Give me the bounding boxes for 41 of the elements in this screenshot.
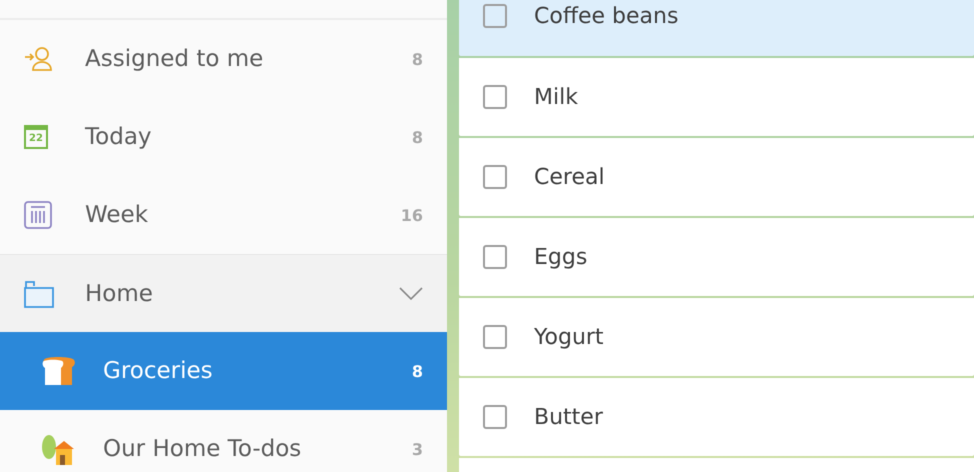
person-arrow-icon (24, 46, 54, 72)
bread-icon (40, 354, 76, 388)
checkbox[interactable] (483, 165, 507, 189)
item-count: 3 (412, 440, 423, 458)
task-title: Butter (534, 404, 603, 430)
checkbox[interactable] (483, 405, 507, 429)
item-label: Today (85, 124, 153, 150)
item-count: 8 (412, 128, 423, 146)
task-title: Eggs (534, 244, 588, 270)
sidebar-item[interactable]: Our Home To-dos 3 (0, 410, 447, 472)
sidebar-item[interactable]: 22 Today 8 (0, 98, 447, 176)
task-row[interactable]: Yogurt (459, 298, 974, 376)
folder-item[interactable]: Home (0, 254, 447, 332)
item-count: 8 (412, 50, 423, 68)
task-row[interactable]: Eggs (459, 218, 974, 296)
checkbox[interactable] (483, 325, 507, 349)
item-label: Assigned to me (85, 46, 264, 72)
item-count: 8 (412, 362, 423, 380)
sidebar-item[interactable]: Assigned to me 8 (0, 20, 447, 98)
checkbox[interactable] (483, 4, 507, 28)
task-row[interactable]: Coffee beans (459, 0, 974, 56)
task-row[interactable]: Milk (459, 58, 974, 136)
calendar-icon: 22 (24, 125, 48, 149)
item-label: Home (85, 280, 154, 306)
sidebar-item[interactable]: Week 16 (0, 176, 447, 254)
checkbox[interactable] (483, 245, 507, 269)
folder-icon (24, 280, 54, 308)
item-count: 16 (400, 206, 423, 224)
task-row[interactable]: Butter (459, 378, 974, 456)
task-row[interactable]: Cereal (459, 138, 974, 216)
task-title: Yogurt (534, 324, 604, 350)
calendar-week-icon (24, 201, 52, 229)
task-title: Coffee beans (534, 4, 678, 29)
item-label: Our Home To-dos (103, 436, 302, 462)
checkbox[interactable] (483, 85, 507, 109)
chevron-icon[interactable] (399, 286, 423, 300)
task-title: Milk (534, 84, 578, 110)
sidebar-item[interactable]: Groceries 8 (0, 332, 447, 410)
task-title: Cereal (534, 164, 605, 190)
item-label: Groceries (103, 358, 214, 384)
item-label: Week (85, 202, 150, 228)
